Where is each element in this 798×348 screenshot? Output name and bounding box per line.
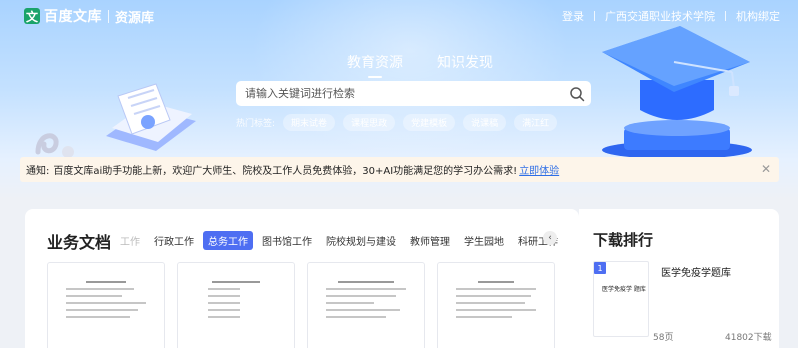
search-tabs: 教育资源 知识发现 xyxy=(347,52,493,78)
search-icon[interactable] xyxy=(563,81,591,106)
hero-glow xyxy=(250,0,570,160)
thumbnail-caption: 医学免疫学 题库 xyxy=(602,286,646,293)
hot-tag[interactable]: 党建模板 xyxy=(403,114,456,131)
hot-tag[interactable]: 期末试卷 xyxy=(283,114,336,131)
document-thumbnail[interactable] xyxy=(47,262,165,348)
document-thumbnail[interactable] xyxy=(437,262,555,348)
ranking-item-thumbnail[interactable]: 1 医学免疫学 题库 xyxy=(593,261,649,337)
category-tab[interactable]: 行政工作 xyxy=(149,231,199,250)
category-tab[interactable]: 院校规划与建设 xyxy=(321,231,401,250)
hot-tags-label: 热门标签: xyxy=(236,119,276,129)
business-docs-card: 业务文档 工作 行政工作 总务工作 图书馆工作 院校规划与建设 教师管理 学生园… xyxy=(25,209,579,348)
top-links: 登录 广西交通职业技术学院 机构绑定 xyxy=(562,8,780,24)
category-tab[interactable]: 图书馆工作 xyxy=(257,231,317,250)
close-icon[interactable]: ✕ xyxy=(759,162,773,176)
graduation-cap-illustration-icon xyxy=(602,26,752,159)
document-thumbnail[interactable] xyxy=(177,262,295,348)
tab-education-resources[interactable]: 教育资源 xyxy=(347,52,403,78)
document-thumbnail[interactable] xyxy=(307,262,425,348)
hot-tag[interactable]: 满江红 xyxy=(514,114,558,131)
ranking-item-title[interactable]: 医学免疫学题库 xyxy=(661,264,731,279)
hot-tag[interactable]: 课程思政 xyxy=(343,114,396,131)
category-tab[interactable]: 工作 xyxy=(115,231,145,250)
notice-prefix: 通知: xyxy=(26,166,50,177)
divider xyxy=(725,11,726,21)
hot-tags: 热门标签: 期末试卷 课程思政 党建模板 说课稿 满江红 xyxy=(236,114,565,131)
logo-text: 百度文库 xyxy=(44,9,102,25)
search-input[interactable] xyxy=(245,87,563,100)
chevron-left-icon[interactable]: ‹ xyxy=(543,231,557,245)
divider xyxy=(594,11,595,21)
logo-mark-icon: 文 xyxy=(24,8,40,24)
download-ranking-card: 下载排行 1 医学免疫学 题库 医学免疫学题库 58页 41802下载 xyxy=(579,209,779,348)
ranking-item-pages: 58页 xyxy=(653,333,674,343)
category-tab[interactable]: 教师管理 xyxy=(405,231,455,250)
notice-text: 百度文库ai助手功能上新，欢迎广大师生、院校及工作人员免费体验，30+AI功能满… xyxy=(53,166,518,177)
document-preview xyxy=(66,281,146,323)
notice-bar: 通知: 百度文库ai助手功能上新，欢迎广大师生、院校及工作人员免费体验，30+A… xyxy=(20,157,779,182)
logo-divider xyxy=(108,9,109,23)
section-title: 业务文档 xyxy=(47,233,112,252)
institution-bind-link[interactable]: 机构绑定 xyxy=(736,8,780,24)
notice-try-now-link[interactable]: 立即体验 xyxy=(519,162,559,177)
document-preview xyxy=(456,281,536,323)
login-link[interactable]: 登录 xyxy=(562,8,584,24)
category-tab-active[interactable]: 总务工作 xyxy=(203,231,253,250)
tab-knowledge-discovery[interactable]: 知识发现 xyxy=(437,52,493,78)
rank-number-badge: 1 xyxy=(594,262,606,274)
book-illustration-icon xyxy=(106,83,196,151)
institution-name-link[interactable]: 广西交通职业技术学院 xyxy=(605,8,715,24)
site-logo[interactable]: 文 百度文库 资源库 xyxy=(24,6,154,26)
category-tabs: 工作 行政工作 总务工作 图书馆工作 院校规划与建设 教师管理 学生园地 科研工… xyxy=(115,231,567,250)
document-preview xyxy=(326,281,406,323)
category-tab[interactable]: 学生园地 xyxy=(459,231,509,250)
hot-tag[interactable]: 说课稿 xyxy=(463,114,507,131)
document-preview xyxy=(196,281,276,323)
decorative-swirl-icon xyxy=(35,133,74,158)
logo-subtitle: 资源库 xyxy=(115,10,155,26)
search-box xyxy=(236,81,591,106)
ranking-item-downloads: 41802下载 xyxy=(725,333,772,343)
ranking-title: 下载排行 xyxy=(593,231,654,249)
